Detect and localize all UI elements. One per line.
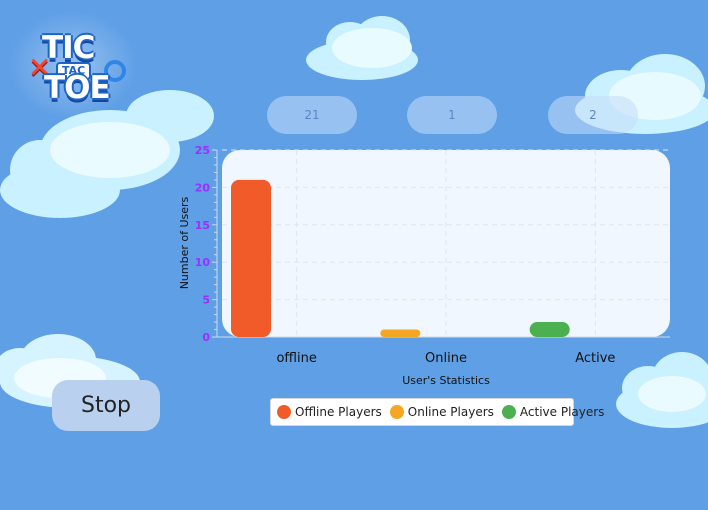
chart-bar-active (529, 322, 570, 337)
x-tick-label: Online (425, 351, 467, 366)
y-tick-label: 15 (195, 219, 210, 232)
y-tick-label: 0 (202, 331, 210, 344)
legend-item-offline[interactable]: Offline Players (277, 405, 382, 419)
y-tick-label: 20 (195, 181, 211, 194)
legend-item-online[interactable]: Online Players (389, 405, 494, 419)
legend-label-offline: Offline Players (295, 405, 382, 419)
legend-swatch-offline (277, 405, 291, 419)
chart-bar-offline (231, 179, 271, 337)
stop-button[interactable]: Stop (52, 380, 160, 431)
chart-legend: Offline Players Online Players Active Pl… (270, 398, 604, 426)
legend-label-online: Online Players (407, 405, 494, 419)
y-tick-label: 10 (195, 256, 211, 269)
y-tick-label: 5 (202, 294, 210, 307)
x-tick-label: Active (575, 351, 615, 366)
chart-bar-online (380, 329, 421, 337)
legend-item-active[interactable]: Active Players (501, 405, 605, 419)
legend-swatch-active (501, 405, 516, 419)
legend-label-active: Active Players (519, 405, 605, 419)
users-bar-chart: 0 5 10 15 20 25 offline Online Active User's Stat… (178, 144, 670, 387)
y-tick-label: 25 (195, 144, 210, 157)
legend-swatch-online (389, 405, 404, 419)
x-axis-title: User's Statistics (402, 374, 490, 387)
y-axis-title: Number of Users (178, 196, 191, 289)
x-tick-label: offline (276, 351, 316, 366)
